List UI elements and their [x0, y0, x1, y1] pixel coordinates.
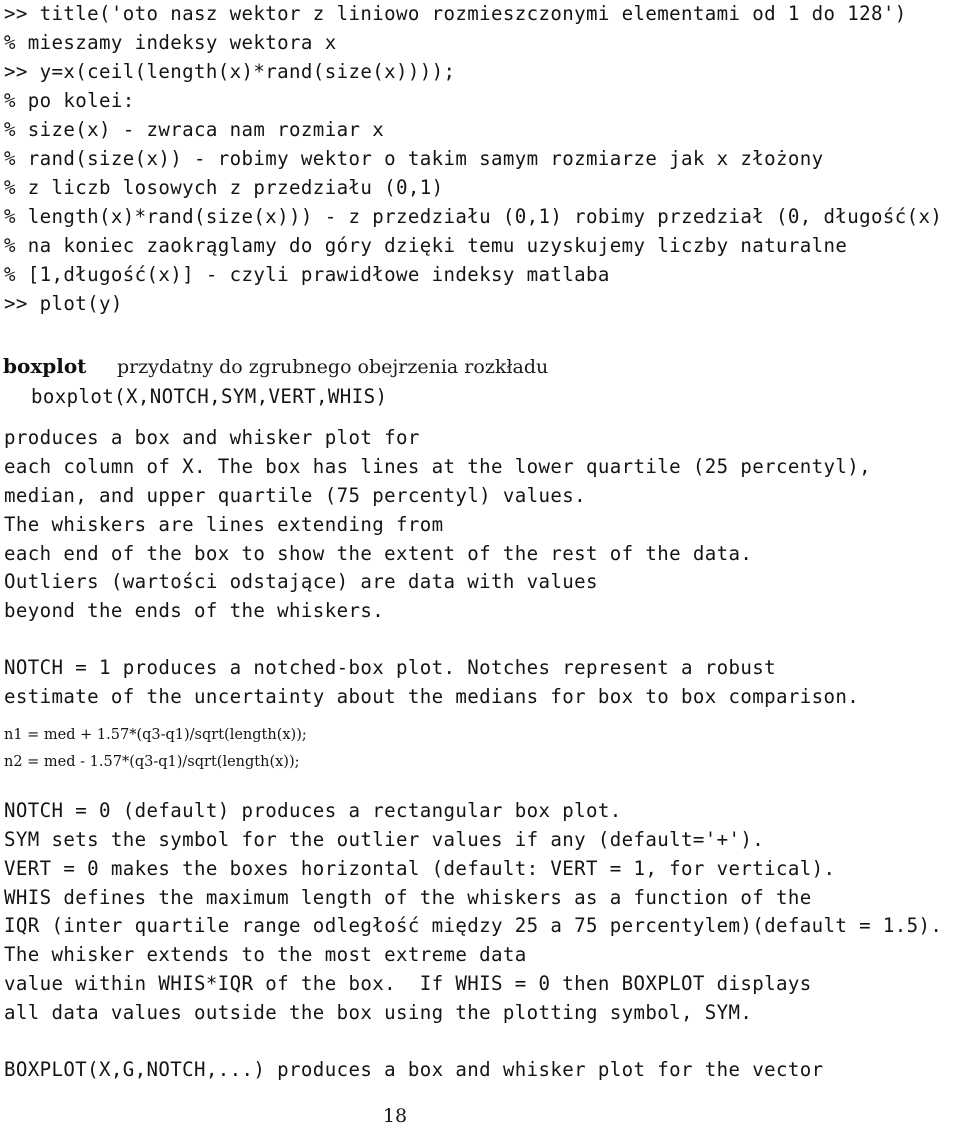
help-line: beyond the ends of the whiskers.: [4, 599, 385, 622]
help-line: NOTCH = 1 produces a notched-box plot. N…: [4, 656, 777, 679]
document-page: >> title('oto nasz wektor z liniowo rozm…: [0, 0, 960, 1135]
page-number: 18: [382, 1105, 408, 1127]
help-line: value within WHIS*IQR of the box. If WHI…: [4, 972, 812, 995]
code-line: % na koniec zaokrąglamy do góry dzięki t…: [4, 234, 848, 257]
help-line: each column of X. The box has lines at t…: [4, 455, 872, 478]
boxplot-signature: boxplot(X,NOTCH,SYM,VERT,WHIS): [31, 385, 388, 408]
code-line: % size(x) - zwraca nam rozmiar x: [4, 118, 385, 141]
help-line: IQR (inter quartile range odległość międ…: [4, 914, 943, 937]
help-line: The whiskers are lines extending from: [4, 513, 444, 536]
notch-formula-n2: n2 = med - 1.57*(q3-q1)/sqrt(length(x));: [4, 754, 300, 770]
code-line: % po kolei:: [4, 89, 135, 112]
help-line: WHIS defines the maximum length of the w…: [4, 886, 812, 909]
code-line: >> plot(y): [4, 292, 123, 315]
help-line: median, and upper quartile (75 percentyl…: [4, 484, 586, 507]
boxplot-heading: boxplot: [3, 354, 87, 378]
code-line: >> title('oto nasz wektor z liniowo rozm…: [4, 2, 907, 25]
help-line: estimate of the uncertainty about the me…: [4, 685, 860, 708]
code-line: % mieszamy indeksy wektora x: [4, 31, 337, 54]
help-line: produces a box and whisker plot for: [4, 426, 420, 449]
help-line: The whisker extends to the most extreme …: [4, 943, 527, 966]
code-line: % [1,długość(x)] - czyli prawidłowe inde…: [4, 263, 610, 286]
code-line: >> y=x(ceil(length(x)*rand(size(x))));: [4, 60, 456, 83]
help-line: each end of the box to show the extent o…: [4, 542, 753, 565]
notch-formula-n1: n1 = med + 1.57*(q3-q1)/sqrt(length(x));: [4, 727, 307, 743]
help-line: Outliers (wartości odstające) are data w…: [4, 570, 598, 593]
help-line: SYM sets the symbol for the outlier valu…: [4, 828, 765, 851]
code-line: % rand(size(x)) - robimy wektor o takim …: [4, 147, 824, 170]
boxplot-description: przydatny do zgrubnego obejrzenia rozkła…: [117, 356, 549, 378]
help-line: NOTCH = 0 (default) produces a rectangul…: [4, 799, 622, 822]
help-line: all data values outside the box using th…: [4, 1001, 753, 1024]
code-line: % length(x)*rand(size(x))) - z przedział…: [4, 205, 943, 228]
help-line: VERT = 0 makes the boxes horizontal (def…: [4, 857, 836, 880]
help-line: BOXPLOT(X,G,NOTCH,...) produces a box an…: [4, 1058, 824, 1081]
code-line: % z liczb losowych z przedziału (0,1): [4, 176, 444, 199]
